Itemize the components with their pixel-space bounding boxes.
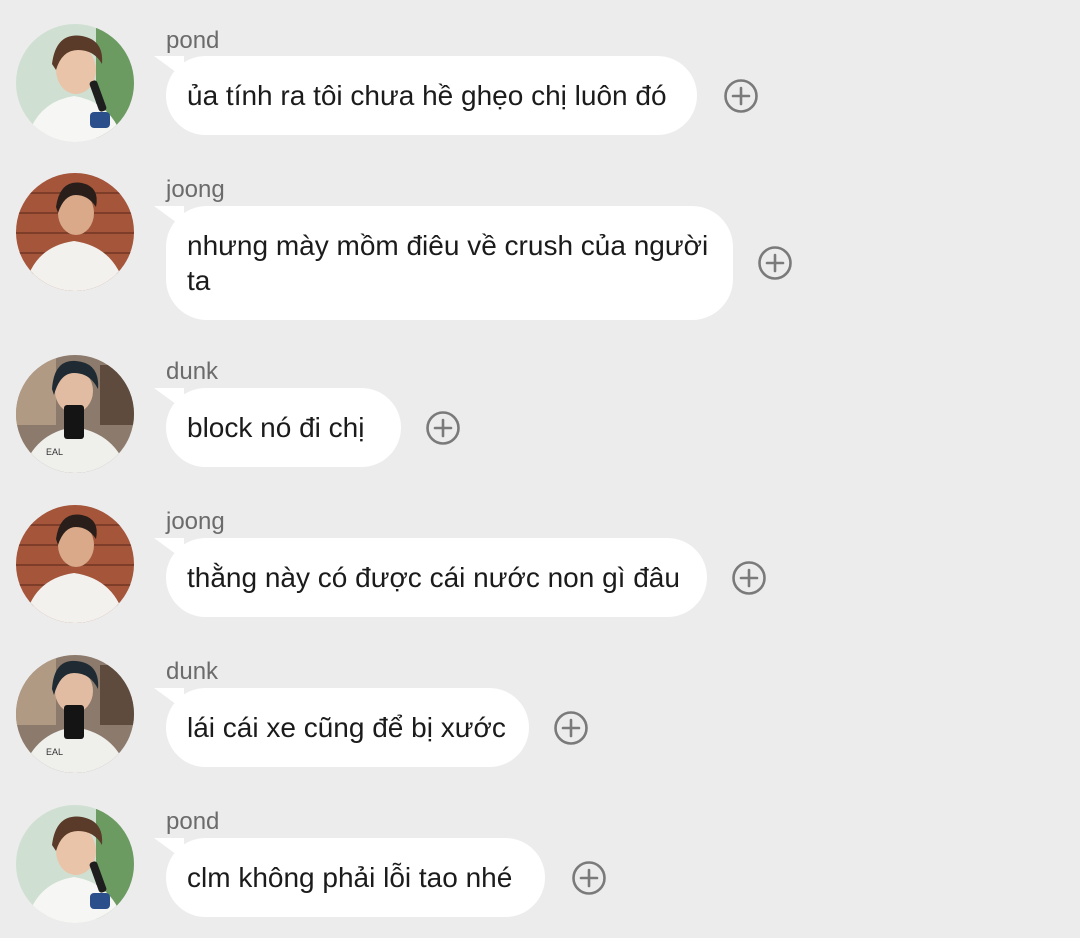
sender-name: pond [166, 808, 220, 835]
message-bubble[interactable]: block nó đi chị [166, 388, 401, 467]
plus-circle-icon[interactable] [571, 860, 607, 896]
message-bubble[interactable]: clm không phải lỗi tao nhé [166, 838, 545, 917]
message-bubble[interactable]: lái cái xe cũng để bị xước [166, 688, 529, 767]
message-bubble-wrap: clm không phải lỗi tao nhé [166, 838, 607, 917]
message-bubble-wrap: ủa tính ra tôi chưa hề ghẹo chị luôn đó [166, 56, 759, 135]
sender-name: pond [166, 27, 220, 54]
plus-circle-icon[interactable] [425, 410, 461, 446]
message-bubble[interactable]: nhưng mày mồm điêu về crush của người ta [166, 206, 733, 320]
joong-avatar[interactable] [16, 505, 134, 623]
dunk-avatar[interactable] [16, 655, 134, 773]
plus-circle-icon[interactable] [723, 78, 759, 114]
message-bubble-wrap: nhưng mày mồm điêu về crush của người ta [166, 206, 793, 320]
message-bubble[interactable]: ủa tính ra tôi chưa hề ghẹo chị luôn đó [166, 56, 697, 135]
dunk-avatar[interactable] [16, 355, 134, 473]
plus-circle-icon[interactable] [731, 560, 767, 596]
joong-avatar[interactable] [16, 173, 134, 291]
pond-avatar[interactable] [16, 805, 134, 923]
sender-name: joong [166, 508, 225, 535]
sender-name: joong [166, 176, 225, 203]
plus-circle-icon[interactable] [757, 245, 793, 281]
message-bubble-wrap: thằng này có được cái nước non gì đâu [166, 538, 767, 617]
message-bubble[interactable]: thằng này có được cái nước non gì đâu [166, 538, 707, 617]
pond-avatar[interactable] [16, 24, 134, 142]
message-bubble-wrap: lái cái xe cũng để bị xước [166, 688, 589, 767]
sender-name: dunk [166, 658, 219, 685]
plus-circle-icon[interactable] [553, 710, 589, 746]
sender-name: dunk [166, 358, 219, 385]
message-bubble-wrap: block nó đi chị [166, 388, 461, 467]
chat-thread: pond ủa tính ra tôi chưa hề ghẹo chị luô… [0, 0, 1080, 938]
